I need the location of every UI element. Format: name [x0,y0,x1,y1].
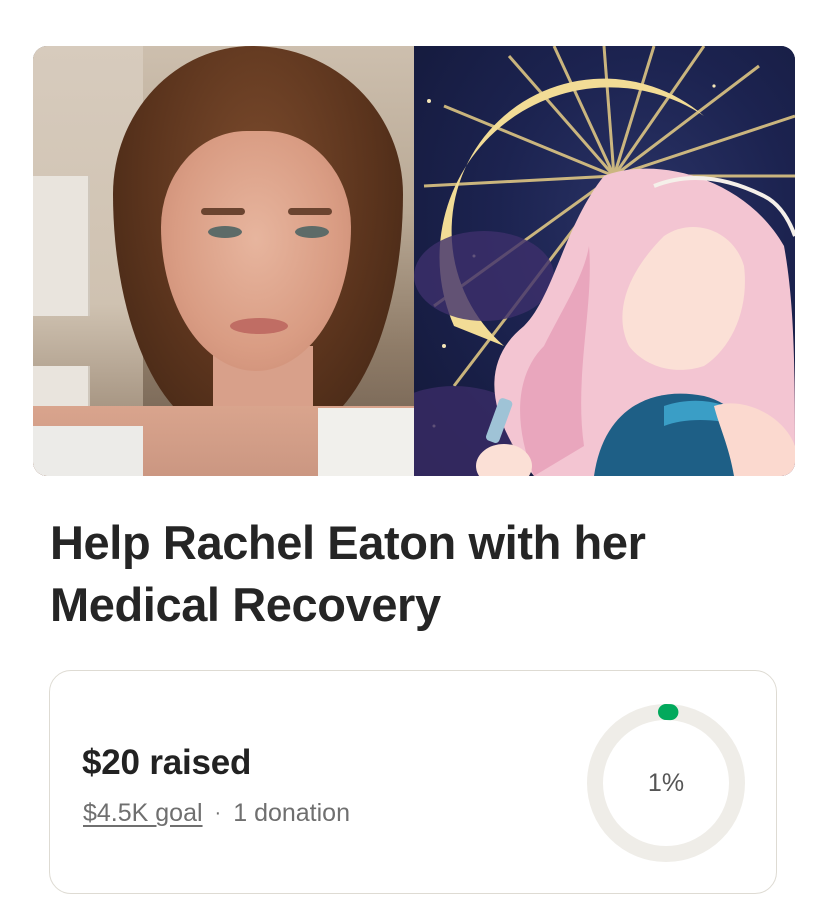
campaign-illustration [414,46,795,476]
campaign-title: Help Rachel Eaton with her Medical Recov… [50,516,646,631]
campaign-hero-image [33,46,795,476]
progress-ring: 1% [586,703,746,863]
goal-summary: $4.5K goal · 1 donation [83,799,350,828]
meta-separator: · [214,802,222,824]
moon-elf-illustration [414,46,795,476]
donation-count: 1 donation [233,799,350,827]
goal-link[interactable]: $4.5K goal [83,799,203,828]
donation-progress-card: $20 raised $4.5K goal · 1 donation 1% [49,670,777,894]
amount-raised: $20 raised [82,743,252,782]
progress-percent: 1% [647,768,685,797]
campaign-photo [33,46,414,476]
